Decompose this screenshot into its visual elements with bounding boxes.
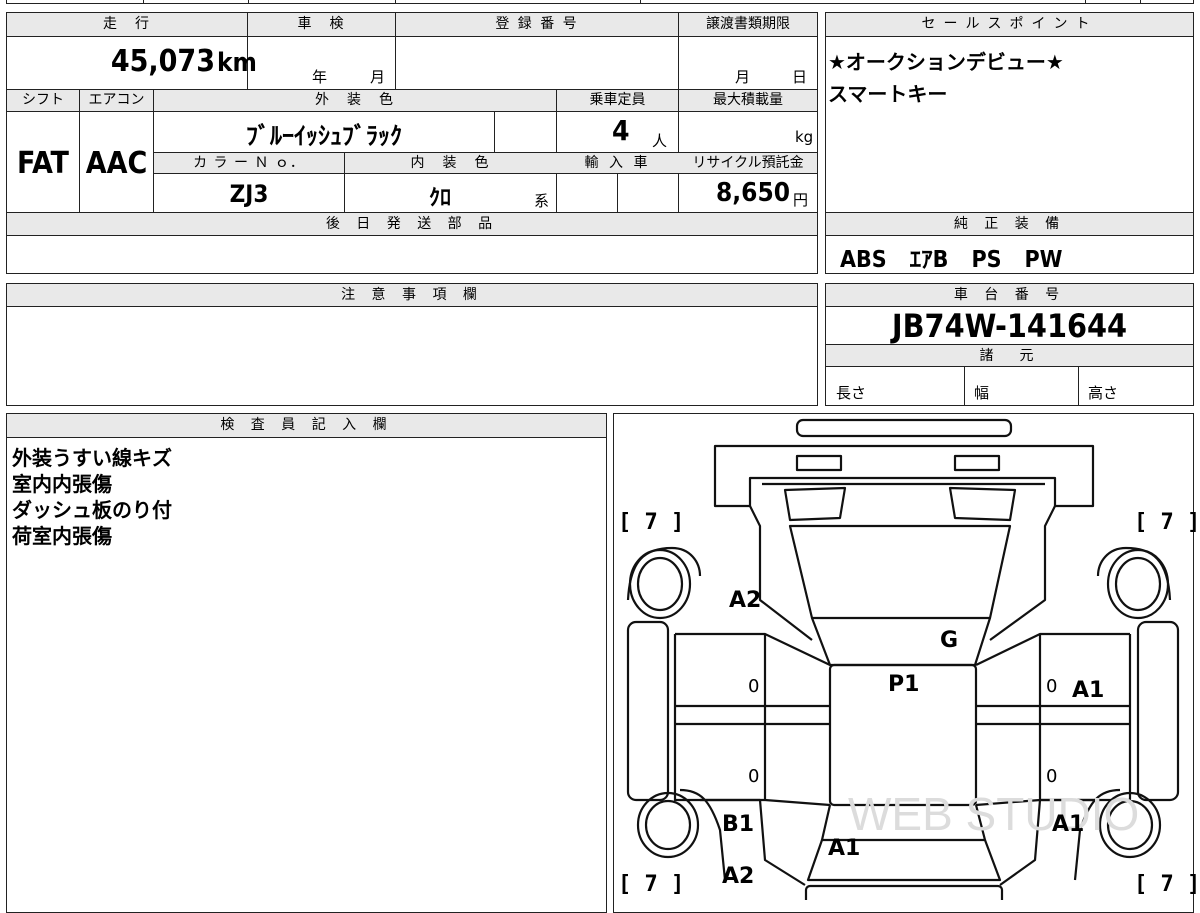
mark-a2-rear-left: A2: [722, 864, 755, 889]
capacity-unit: 人: [652, 132, 668, 150]
notes-label: 注 意 事 項 欄: [7, 284, 817, 307]
capacity-label: 乗車定員: [589, 92, 646, 108]
shift-value: FAT: [17, 146, 69, 181]
width-label: 幅: [974, 384, 990, 402]
interior-color-suffix: 系: [534, 192, 550, 210]
vehicle-diagram: WEB STUDIO: [626, 418, 1180, 900]
door-zero-rear-right: 0: [1046, 766, 1058, 787]
exterior-color-value: ﾌﾞﾙｰｲｯｼｭﾌﾞﾗｯｸ: [246, 122, 402, 150]
mileage-label: 走 行: [103, 16, 151, 32]
max-load-label: 最大積載量: [713, 92, 783, 108]
bracket-bottom-left: [ 7 ]: [618, 872, 685, 897]
chassis-number: JB74W-141644: [891, 307, 1128, 345]
capacity-value: 4: [612, 114, 630, 147]
rear-bumper: [804, 884, 1004, 900]
ac-label: エアコン: [88, 92, 145, 108]
door-zero-front-left: 0: [748, 676, 760, 697]
inspector-line-1: 外装うすい線キズ: [12, 446, 172, 470]
mark-g-windshield: G: [940, 628, 959, 653]
mileage-unit: km: [217, 48, 257, 78]
interior-color-value: ｸﾛ: [428, 186, 451, 211]
front-bumper: [795, 418, 1013, 438]
inspector-line-2: 室内内張傷: [12, 472, 112, 496]
equipment-label: 純 正 装 備: [826, 213, 1193, 236]
exterior-color-label: 外 装 色: [315, 92, 395, 108]
bracket-top-right: [ 7 ]: [1134, 510, 1200, 535]
later-parts-label: 後 日 発 送 部 品: [7, 213, 817, 236]
windshield: [788, 524, 1012, 620]
specs-label: 諸 元: [826, 344, 1193, 367]
inspection-label: 車 検: [297, 16, 346, 32]
shift-label: シフト: [22, 92, 64, 108]
mark-a1-rear-right: A1: [1052, 812, 1085, 837]
watermark-text: WEB STUDIO: [848, 788, 1139, 840]
registration-label: 登 録 番 号: [495, 16, 579, 32]
inspector-line-4: 荷室内張傷: [12, 524, 112, 548]
recycle-value: 8,650: [716, 178, 790, 208]
bonnet: [713, 444, 1095, 508]
top-strip: [6, 0, 1194, 4]
inspection-year: 年: [312, 68, 328, 86]
recycle-label: リサイクル預託金: [692, 155, 804, 171]
sales-point-line-2: スマートキー: [828, 82, 948, 106]
mileage-value: 45,073: [110, 44, 215, 79]
mark-a2-front-left: A2: [729, 588, 762, 613]
door-zero-front-right: 0: [1046, 676, 1058, 697]
max-load-unit: kg: [795, 128, 814, 146]
inspection-month: 月: [370, 68, 386, 86]
color-no-label: カ ラ ー Ｎ ｏ．: [193, 155, 305, 171]
ac-value: AAC: [85, 146, 148, 181]
door-zero-rear-left: 0: [748, 766, 760, 787]
mark-a1-right-door: A1: [1072, 678, 1105, 703]
mark-b1-rear-left: B1: [722, 812, 755, 837]
chassis-label: 車 台 番 号: [826, 284, 1193, 307]
inspector-line-3: ダッシュ板のり付: [12, 498, 172, 522]
length-label: 長さ: [836, 384, 867, 402]
recycle-unit: 円: [793, 191, 809, 209]
height-label: 高さ: [1088, 384, 1119, 402]
inspector-label: 検 査 員 記 入 欄: [7, 414, 606, 438]
sales-point-line-1: ★オークションデビュー★: [828, 50, 1064, 74]
interior-color-label: 内 装 色: [410, 155, 491, 171]
transfer-deadline-label: 譲渡書類期限: [706, 16, 790, 32]
bracket-top-left: [ 7 ]: [618, 510, 685, 535]
transfer-month: 月: [735, 68, 751, 86]
bracket-bottom-right: [ 7 ]: [1134, 872, 1200, 897]
import-label: 輸 入 車: [584, 155, 651, 171]
transfer-day: 日: [792, 68, 808, 86]
mark-p1-roof: P1: [888, 672, 920, 697]
color-no-value: ZJ3: [229, 180, 269, 208]
sales-point-label: セールスポイント: [826, 13, 1193, 37]
equipment-value: ABS ｴｱB PS PW: [840, 247, 1063, 273]
mark-a1-hatch: A1: [828, 836, 861, 861]
